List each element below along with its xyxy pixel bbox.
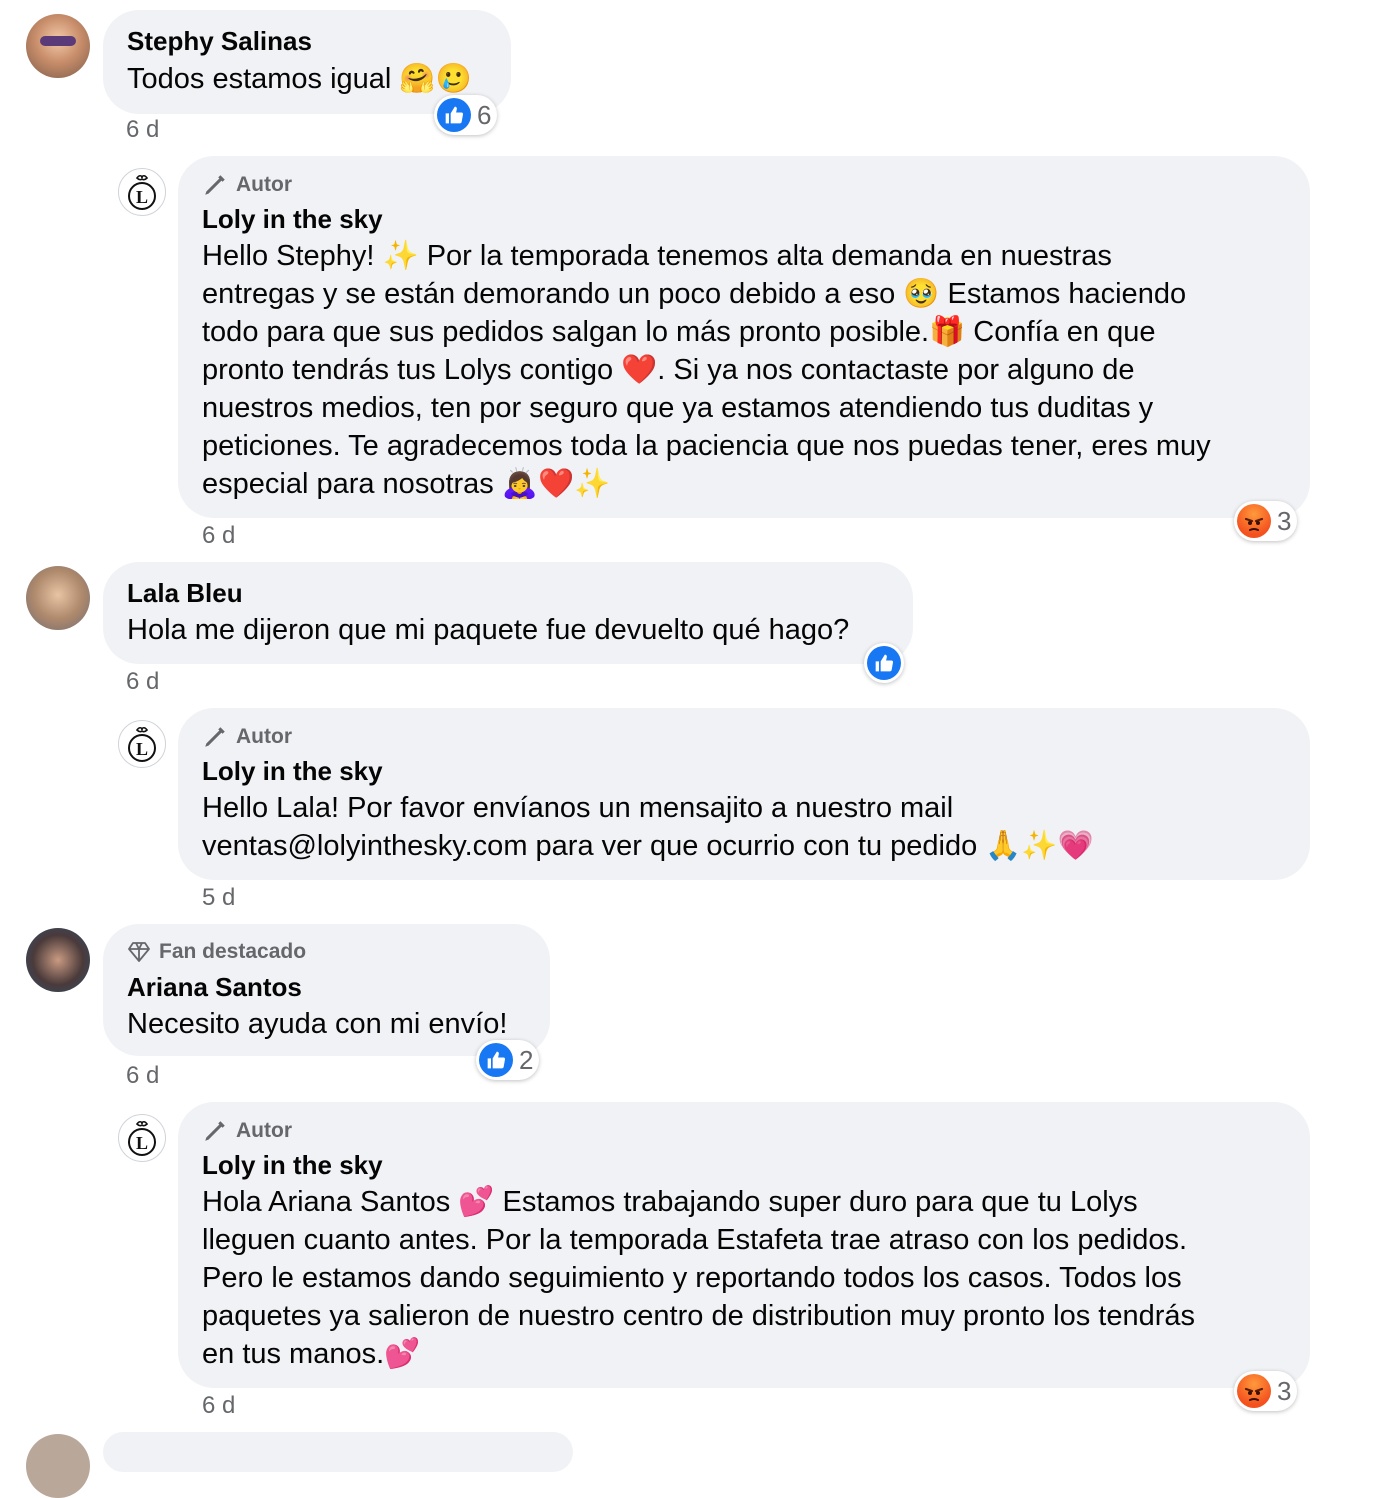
angry-reaction-icon xyxy=(1237,504,1271,538)
comment-text-line: especial para nosotras 🙇‍♀️❤️✨ xyxy=(202,468,611,500)
author-badge: Autor xyxy=(202,724,292,750)
like-icon xyxy=(479,1043,513,1077)
reaction-count: 3 xyxy=(1277,505,1292,536)
top-fan-badge: Fan destacado xyxy=(127,940,306,964)
brand-logo-icon: L xyxy=(128,174,156,210)
comment-timestamp[interactable]: 6 d xyxy=(202,1392,235,1420)
reaction-summary[interactable]: 6 xyxy=(434,95,498,135)
avatar-loly-in-the-sky[interactable]: L xyxy=(118,1114,166,1162)
avatar-loly-in-the-sky[interactable]: L xyxy=(118,168,166,216)
svg-text:L: L xyxy=(136,187,148,207)
avatar-lala-bleu[interactable] xyxy=(26,566,90,630)
pen-icon xyxy=(205,1121,225,1141)
comment-timestamp[interactable]: 6 d xyxy=(202,522,235,550)
comment-text-line: nuestros medios, ten por seguro que ya e… xyxy=(202,392,1154,424)
comment-text-line: Hello Stephy! ✨ Por la temporada tenemos… xyxy=(202,240,1112,272)
author-badge: Autor xyxy=(202,1118,292,1144)
diamond-icon xyxy=(128,942,150,962)
author-badge: Autor xyxy=(202,172,292,198)
pen-icon xyxy=(205,175,225,195)
pen-icon xyxy=(205,727,225,747)
avatar-loly-in-the-sky[interactable]: L xyxy=(118,720,166,768)
comment-text-line: todo para que sus pedidos salgan lo más … xyxy=(202,316,1156,348)
angry-reaction-icon xyxy=(1237,1374,1271,1408)
reaction-summary[interactable]: 3 xyxy=(1234,501,1298,541)
comment-text-line: Hola Ariana Santos 💕 Estamos trabajando … xyxy=(202,1186,1138,1218)
sunglasses-shape xyxy=(40,36,76,46)
brand-logo-icon: L xyxy=(128,726,156,762)
reaction-count: 3 xyxy=(1277,1375,1292,1406)
brand-logo-icon: L xyxy=(128,1120,156,1156)
comment-bubble: Autor Loly in the sky Hello Stephy! ✨ Po… xyxy=(178,156,1310,518)
reaction-summary[interactable]: 2 xyxy=(476,1040,540,1080)
comment-text-line: lleguen cuanto antes. Por la temporada E… xyxy=(202,1224,1188,1256)
commenter-name[interactable]: Stephy Salinas xyxy=(127,26,312,57)
comment-text-line: entregas y se están demorando un poco de… xyxy=(202,278,1187,310)
comment-bubble: Lala Bleu Hola me dijeron que mi paquete… xyxy=(103,562,913,664)
commenter-name[interactable]: Ariana Santos xyxy=(127,972,302,1003)
comment-text-line: ventas@lolyinthesky.com para ver que ocu… xyxy=(202,830,1094,862)
comment-text-line: peticiones. Te agradecemos toda la pacie… xyxy=(202,430,1211,462)
commenter-name[interactable]: Loly in the sky xyxy=(202,1150,383,1181)
comment-text-line: Necesito ayuda con mi envío! xyxy=(127,1008,508,1040)
comment-bubble: Fan destacado Ariana Santos Necesito ayu… xyxy=(103,924,550,1056)
commenter-name[interactable]: Loly in the sky xyxy=(202,756,383,787)
comment-timestamp[interactable]: 6 d xyxy=(126,116,159,144)
svg-text:L: L xyxy=(136,1133,148,1153)
reaction-count: 6 xyxy=(477,99,492,130)
comment-text-line: en tus manos.💕 xyxy=(202,1338,421,1370)
badge-label: Autor xyxy=(236,173,292,196)
comment-timestamp[interactable]: 5 d xyxy=(202,884,235,912)
badge-label: Autor xyxy=(236,725,292,748)
reaction-summary[interactable] xyxy=(864,643,904,683)
like-icon xyxy=(867,646,901,680)
comment-timestamp[interactable]: 6 d xyxy=(126,1062,159,1090)
like-icon xyxy=(437,98,471,132)
comment-text-line: Hola me dijeron que mi paquete fue devue… xyxy=(127,614,850,646)
comment-text-line: paquetes ya salieron de nuestro centro d… xyxy=(202,1300,1196,1332)
reaction-count: 2 xyxy=(519,1044,534,1075)
svg-text:L: L xyxy=(136,739,148,759)
badge-label: Autor xyxy=(236,1119,292,1142)
comment-bubble-partial xyxy=(103,1432,573,1472)
badge-label: Fan destacado xyxy=(159,940,307,963)
comment-text-line: Pero le estamos dando seguimiento y repo… xyxy=(202,1262,1182,1294)
comment-text-line: pronto tendrás tus Lolys contigo ❤️. Si … xyxy=(202,354,1135,386)
avatar-ariana-santos[interactable] xyxy=(26,928,90,992)
reaction-summary[interactable]: 3 xyxy=(1234,1371,1298,1411)
avatar-stephy-salinas[interactable] xyxy=(26,14,90,78)
commenter-name[interactable]: Loly in the sky xyxy=(202,204,383,235)
commenter-name[interactable]: Lala Bleu xyxy=(127,578,243,609)
avatar-partial[interactable] xyxy=(26,1434,90,1498)
comment-timestamp[interactable]: 6 d xyxy=(126,668,159,696)
comment-bubble: Autor Loly in the sky Hello Lala! Por fa… xyxy=(178,708,1310,880)
comment-text-line: Hello Lala! Por favor envíanos un mensaj… xyxy=(202,792,954,824)
comment-text-line: Todos estamos igual 🤗🥲 xyxy=(127,63,472,95)
comment-bubble: Autor Loly in the sky Hola Ariana Santos… xyxy=(178,1102,1310,1388)
